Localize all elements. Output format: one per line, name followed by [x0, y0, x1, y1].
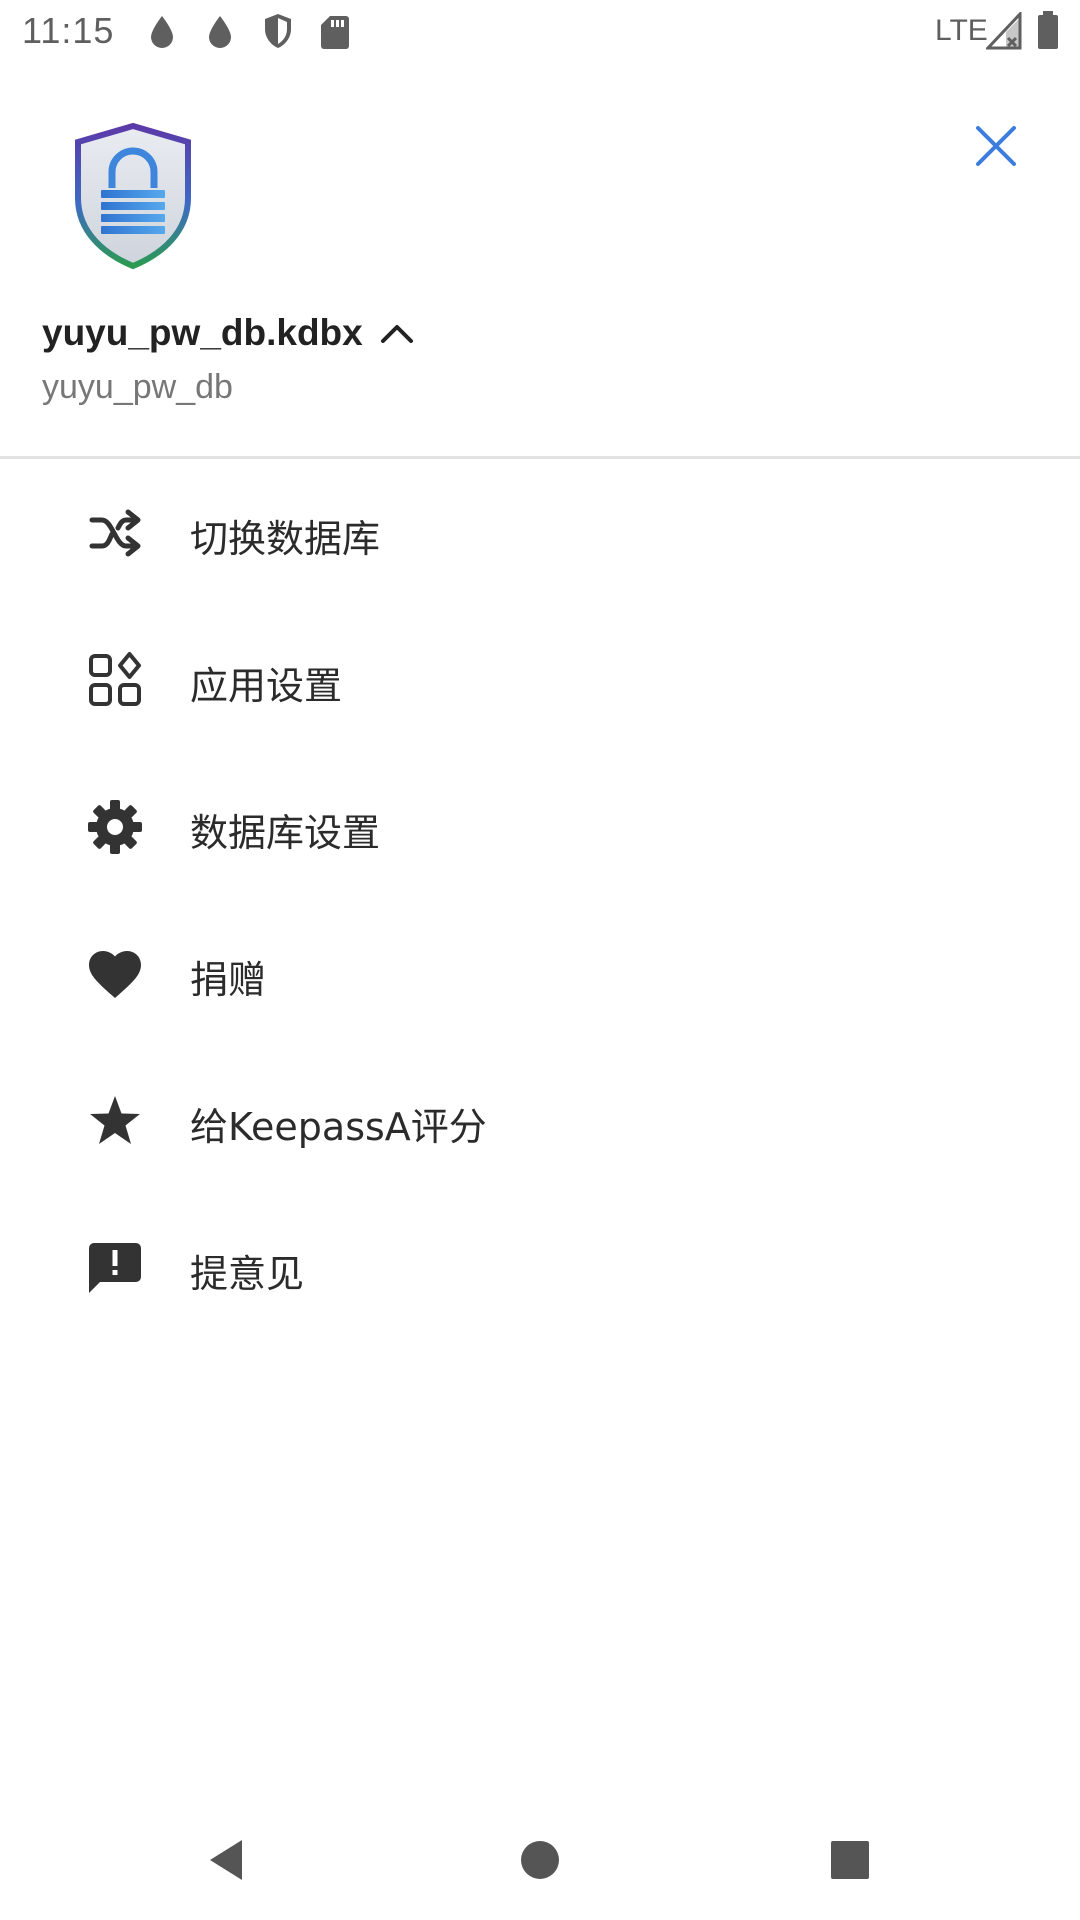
menu-item-label: 提意见 [190, 1252, 305, 1296]
keepassa-shield-lock-logo [75, 122, 191, 270]
menu-item-app-settings[interactable]: 应用设置 [0, 607, 1080, 754]
feedback-icon [89, 1243, 141, 1293]
menu-item-label: 切换数据库 [190, 517, 381, 561]
star-icon [90, 1096, 140, 1144]
drop-icon [151, 16, 173, 48]
menu-item-label: 数据库设置 [190, 811, 381, 855]
shuffle-icon [89, 509, 141, 557]
home-icon [521, 1841, 559, 1879]
shield-icon [265, 14, 291, 48]
menu-item-donate[interactable]: 捐赠 [0, 901, 1080, 1048]
menu-item-label: 应用设置 [190, 664, 343, 708]
battery-icon [1038, 11, 1058, 49]
database-switcher[interactable]: yuyu_pw_db.kdbx [42, 312, 417, 354]
back-icon [210, 1840, 242, 1880]
close-button[interactable] [960, 110, 1032, 182]
back-button[interactable] [186, 1820, 266, 1900]
menu-item-label: 给KeepassA评分 [190, 1105, 487, 1149]
database-filename: yuyu_pw_db.kdbx [42, 312, 363, 353]
screen: 11:15 LTE yuyu_pw_db.kdbx yuyu_pw_db 切换数… [0, 0, 1080, 1920]
menu-item-feedback[interactable]: 提意见 [0, 1195, 1080, 1342]
database-name: yuyu_pw_db [42, 368, 233, 406]
status-bar: 11:15 LTE [0, 0, 1080, 64]
chevron-up-icon [380, 325, 413, 343]
status-time: 11:15 [22, 10, 115, 51]
drop-icon [209, 16, 231, 48]
home-button[interactable] [500, 1820, 580, 1900]
gear-icon [88, 800, 142, 854]
sd-card-icon [321, 16, 349, 49]
menu-item-label: 捐赠 [190, 958, 267, 1002]
divider [0, 456, 1080, 459]
menu-item-rate-app[interactable]: 给KeepassA评分 [0, 1048, 1080, 1195]
recents-button[interactable] [810, 1820, 890, 1900]
recents-icon [831, 1841, 869, 1879]
menu-item-database-settings[interactable]: 数据库设置 [0, 754, 1080, 901]
apps-icon [89, 652, 141, 706]
close-icon [976, 126, 1016, 166]
menu-item-switch-database[interactable]: 切换数据库 [0, 460, 1080, 607]
heart-icon [89, 951, 141, 998]
network-type: LTE [935, 14, 988, 47]
signal-icon [986, 12, 1022, 50]
